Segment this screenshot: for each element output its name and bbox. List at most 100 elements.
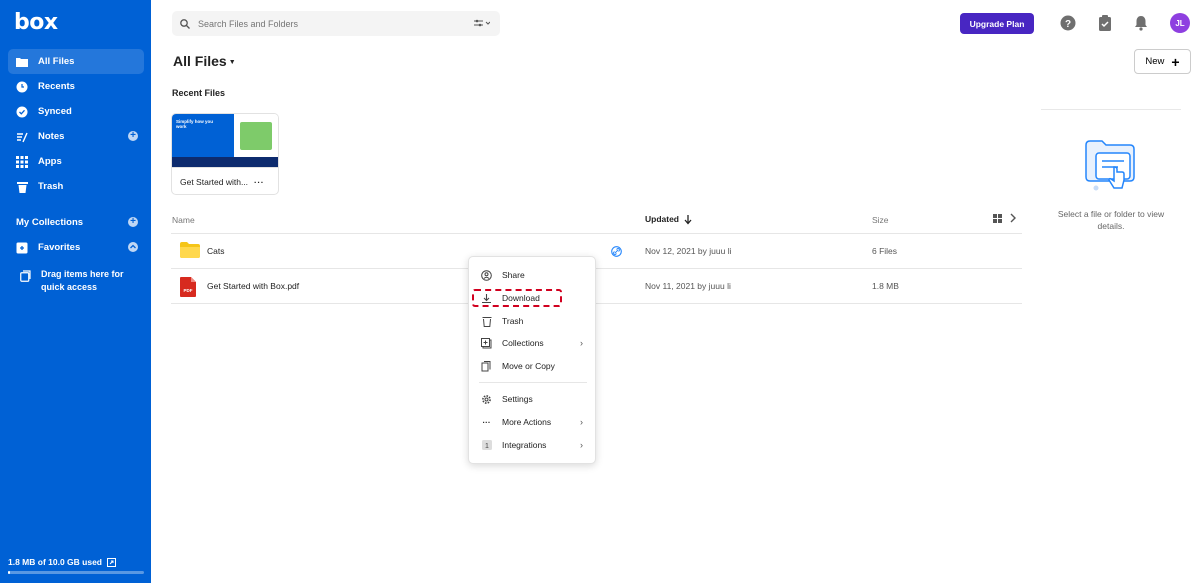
storage-text: 1.8 MB of 10.0 GB used: [8, 557, 102, 567]
shared-link-icon[interactable]: [611, 246, 622, 259]
grid-view-icon[interactable]: [993, 213, 1002, 223]
details-divider: [1041, 109, 1181, 110]
favorites-icon: [16, 242, 28, 254]
column-size[interactable]: Size: [872, 215, 889, 225]
menu-item-label: Move or Copy: [502, 361, 555, 371]
card-footer: Get Started with... ···: [172, 167, 278, 194]
storage-progress-fill: [8, 571, 10, 574]
collapse-favorites-button[interactable]: [128, 242, 138, 252]
menu-item-settings[interactable]: Settings: [469, 389, 597, 409]
sidebar-item-label: Synced: [38, 106, 72, 117]
sidebar-item-label: Recents: [38, 81, 75, 92]
file-list-header: Name Updated Size: [171, 207, 1022, 234]
menu-item-label: Share: [502, 270, 525, 280]
help-icon[interactable]: ?: [1060, 15, 1076, 31]
chevron-right-icon: ›: [580, 338, 583, 348]
page-title-text: All Files: [173, 53, 227, 69]
notes-icon: [16, 131, 28, 143]
sidebar-item-label: Favorites: [38, 242, 81, 253]
new-button-label: New: [1145, 56, 1165, 67]
add-note-button[interactable]: +: [128, 131, 138, 141]
recent-file-card[interactable]: Simplify how you work Get Started with..…: [171, 113, 279, 195]
file-thumbnail: Simplify how you work: [172, 114, 278, 167]
sidebar-item-recents[interactable]: Recents: [8, 74, 144, 99]
file-size: 6 Files: [872, 246, 898, 256]
folder-icon: [180, 242, 200, 260]
sidebar-item-synced[interactable]: Synced: [8, 99, 144, 124]
clock-icon: [16, 81, 28, 93]
sidebar-item-trash[interactable]: Trash: [8, 174, 144, 199]
table-row[interactable]: Cats Nov 12, 2021 by juuu li 6 Files: [171, 234, 1022, 269]
new-button[interactable]: New +: [1134, 49, 1191, 74]
sort-descending-icon: [684, 214, 692, 225]
file-name[interactable]: Cats: [207, 246, 224, 256]
column-name[interactable]: Name: [172, 215, 195, 225]
upgrade-plan-button[interactable]: Upgrade Plan: [960, 13, 1034, 34]
sidebar-item-label: Trash: [38, 181, 64, 192]
plus-icon: +: [1171, 53, 1180, 70]
sidebar-item-label: Notes: [38, 131, 65, 142]
notifications-bell-icon[interactable]: [1133, 15, 1149, 31]
menu-item-label: Trash: [502, 316, 524, 326]
file-size: 1.8 MB: [872, 281, 899, 291]
thumbnail-footer: [172, 157, 278, 167]
sidebar-item-label: Apps: [38, 156, 62, 167]
sidebar-item-apps[interactable]: Apps: [8, 149, 144, 174]
column-updated-label: Updated: [645, 214, 679, 224]
thumbnail-text: Simplify how you work: [176, 119, 214, 129]
sidebar-item-my-collections[interactable]: My Collections +: [8, 210, 144, 235]
sidebar-item-notes[interactable]: Notes +: [8, 124, 144, 149]
svg-text:?: ?: [1065, 19, 1071, 30]
menu-item-label: Settings: [502, 394, 533, 404]
sidebar-item-favorites[interactable]: Favorites: [8, 235, 144, 260]
search-filter-icon[interactable]: [474, 18, 491, 30]
add-collection-button[interactable]: +: [128, 217, 138, 227]
menu-item-more-actions[interactable]: ··· More Actions ›: [469, 412, 597, 432]
menu-item-share[interactable]: Share: [469, 265, 597, 285]
more-options-icon[interactable]: ···: [254, 177, 264, 187]
box-logo[interactable]: box: [14, 10, 58, 35]
svg-text:PDF: PDF: [184, 288, 193, 293]
external-link-icon[interactable]: [107, 557, 116, 567]
chevron-right-icon: ›: [580, 440, 583, 450]
chevron-right-icon: ›: [580, 417, 583, 427]
search-bar[interactable]: [172, 11, 500, 36]
menu-item-move-or-copy[interactable]: Move or Copy: [469, 356, 597, 376]
column-updated[interactable]: Updated: [645, 214, 692, 225]
card-file-name: Get Started with...: [180, 176, 249, 187]
thumbnail-graphic: [240, 122, 272, 150]
drag-target-icon: [20, 270, 31, 282]
menu-item-trash[interactable]: Trash: [469, 311, 597, 331]
details-illustration-icon: [1084, 139, 1136, 198]
caret-down-icon[interactable]: ▼: [229, 59, 236, 66]
user-avatar[interactable]: JL: [1170, 13, 1190, 33]
menu-divider: [479, 382, 587, 383]
details-empty-text: Select a file or folder to view details.: [1057, 209, 1165, 231]
menu-item-label: More Actions: [502, 417, 552, 427]
sidebar-item-label: My Collections: [16, 217, 84, 228]
tasks-icon[interactable]: [1097, 15, 1113, 31]
search-icon: [180, 18, 190, 29]
drag-hint-text: Drag items here for quick access: [41, 269, 124, 292]
context-menu: Share Download Trash Collections › Move …: [468, 256, 596, 464]
sidebar-item-all-files[interactable]: All Files: [8, 49, 144, 74]
menu-item-integrations[interactable]: 1 Integrations ›: [469, 435, 597, 455]
app: box All Files Recents Synced Notes + App…: [0, 0, 1200, 583]
sidebar: box All Files Recents Synced Notes + App…: [0, 0, 151, 583]
pdf-file-icon: PDF: [180, 277, 198, 297]
menu-item-collections[interactable]: Collections ›: [469, 333, 597, 353]
copy-icon: [481, 360, 492, 372]
view-controls: [993, 213, 1016, 223]
menu-item-label: Integrations: [502, 440, 547, 450]
file-updated: Nov 11, 2021 by juuu li: [645, 281, 731, 291]
chevron-right-icon[interactable]: [1010, 213, 1016, 223]
search-input[interactable]: [198, 18, 468, 29]
trash-icon: [481, 316, 492, 327]
gear-icon: [481, 394, 492, 405]
svg-text:1: 1: [485, 443, 489, 450]
storage-usage: 1.8 MB of 10.0 GB used: [8, 557, 116, 567]
page-title[interactable]: All Files ▼: [173, 53, 236, 69]
integrations-icon: 1: [481, 440, 492, 451]
check-circle-icon: [16, 106, 28, 118]
file-name[interactable]: Get Started with Box.pdf: [207, 281, 299, 291]
